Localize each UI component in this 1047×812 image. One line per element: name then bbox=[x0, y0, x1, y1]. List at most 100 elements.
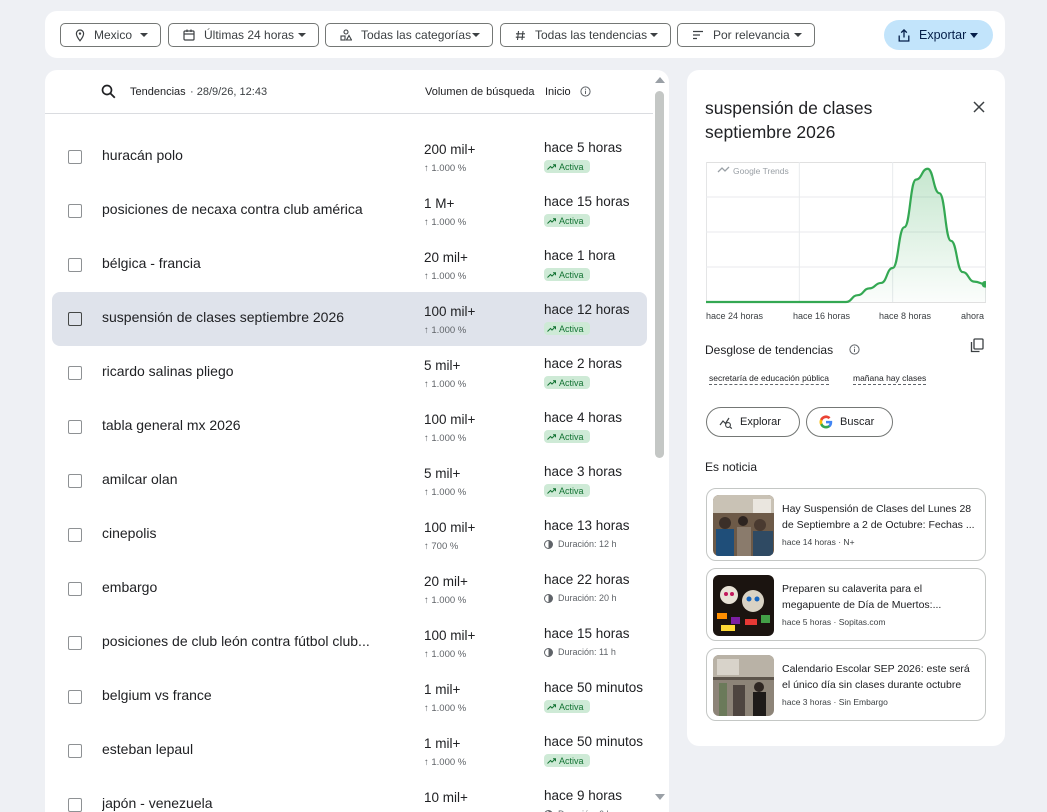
start-time: hace 22 horas bbox=[544, 572, 630, 587]
trend-row[interactable]: esteban lepaul 1 mil+ ↑ 1.000 % hace 50 min… bbox=[52, 724, 647, 778]
status-badge: Activa bbox=[544, 214, 590, 227]
status-label: Activa bbox=[559, 323, 584, 334]
row-checkbox[interactable] bbox=[68, 636, 82, 650]
row-checkbox[interactable] bbox=[68, 582, 82, 596]
chevron-down-icon bbox=[970, 33, 978, 38]
time-filter[interactable]: Últimas 24 horas bbox=[168, 23, 319, 47]
search-icon[interactable] bbox=[101, 84, 116, 99]
location-filter[interactable]: Mexico bbox=[60, 23, 161, 47]
close-icon[interactable] bbox=[973, 101, 985, 113]
trend-name: japón - venezuela bbox=[102, 795, 213, 811]
trend-name: bélgica - francia bbox=[102, 255, 201, 271]
trend-row[interactable]: posiciones de necaxa contra club américa… bbox=[52, 184, 647, 238]
time-filter-label: Últimas 24 horas bbox=[204, 28, 295, 42]
trend-name: posiciones de necaxa contra club américa bbox=[102, 201, 363, 217]
news-heading: Es noticia bbox=[705, 460, 758, 474]
related-query-tag[interactable]: secretaría de educación pública bbox=[709, 373, 830, 385]
trend-type-filter[interactable]: Todas las tendencias bbox=[500, 23, 671, 47]
start-time: hace 5 horas bbox=[544, 140, 623, 155]
trend-name: cinepolis bbox=[102, 525, 157, 541]
info-icon[interactable] bbox=[849, 344, 860, 355]
status-label: Activa bbox=[559, 701, 584, 712]
x-axis-label: hace 16 horas bbox=[793, 311, 851, 321]
trend-name: suspensión de clases septiembre 2026 bbox=[102, 309, 345, 325]
trending-up-icon bbox=[547, 217, 556, 224]
news-meta: hace 14 horas · N+ bbox=[782, 537, 855, 547]
trend-row[interactable]: suspensión de clases septiembre 2026 100 … bbox=[52, 292, 647, 346]
trends-list-panel: Tendencias · 28/9/26, 12:43 Volumen de b… bbox=[45, 70, 669, 812]
sort-filter-label: Por relevancia bbox=[713, 28, 790, 42]
row-checkbox[interactable] bbox=[68, 366, 82, 380]
x-axis-label: hace 24 horas bbox=[706, 311, 764, 321]
trending-up-icon bbox=[547, 271, 556, 278]
trend-name: esteban lepaul bbox=[102, 741, 194, 757]
row-checkbox[interactable] bbox=[68, 744, 82, 758]
scroll-down-arrow[interactable] bbox=[655, 794, 665, 800]
start-time: hace 4 horas bbox=[544, 410, 623, 425]
search-volume: 1 mil+ bbox=[424, 682, 461, 697]
category-filter[interactable]: Todas las categorías bbox=[325, 23, 493, 47]
volume-change: ↑ 1.000 % bbox=[424, 649, 467, 660]
duration-label: Duración: 11 h bbox=[544, 647, 616, 657]
row-checkbox[interactable] bbox=[68, 312, 82, 326]
search-google-button[interactable]: Buscar bbox=[806, 407, 893, 437]
trend-row[interactable]: posiciones de club león contra fútbol cl… bbox=[52, 616, 647, 670]
scrollbar-thumb[interactable] bbox=[655, 91, 664, 458]
related-query-tag[interactable]: mañana hay clases bbox=[853, 373, 927, 385]
row-checkbox[interactable] bbox=[68, 798, 82, 812]
trend-row[interactable]: japón - venezuela10 mil+↑ 1.000 %hace 9 … bbox=[52, 778, 647, 812]
trend-name: amilcar olan bbox=[102, 471, 178, 487]
row-checkbox[interactable] bbox=[68, 258, 82, 272]
duration-text: Duración: 12 h bbox=[558, 539, 617, 549]
volume-change: ↑ 1.000 % bbox=[424, 379, 467, 390]
trend-row[interactable]: bélgica - francia 20 mil+ ↑ 1.000 % hace 1 … bbox=[52, 238, 647, 292]
news-card[interactable]: Preparen su calaverita para el megapuent… bbox=[706, 568, 986, 641]
copy-icon[interactable] bbox=[970, 338, 984, 353]
trend-row[interactable]: belgium vs france 1 mil+ ↑ 1.000 % hace 50 … bbox=[52, 670, 647, 724]
trend-detail-panel: suspensión de clases septiembre 2026 Goo… bbox=[687, 70, 1005, 746]
export-button[interactable]: Exportar bbox=[884, 20, 993, 50]
row-checkbox[interactable] bbox=[68, 690, 82, 704]
trend-type-filter-label: Todas las tendencias bbox=[535, 28, 648, 42]
duration-icon bbox=[544, 593, 553, 603]
timestamp: · 28/9/26, 12:43 bbox=[190, 86, 268, 98]
scroll-up-arrow[interactable] bbox=[655, 77, 665, 83]
trend-row[interactable]: huracán polo 200 mil+ ↑ 1.000 % hace 5 hora… bbox=[52, 130, 647, 184]
row-checkbox[interactable] bbox=[68, 150, 82, 164]
trend-row[interactable]: ricardo salinas pliego 5 mil+ ↑ 1.000 % hac… bbox=[52, 346, 647, 400]
trend-row[interactable]: amilcar olan 5 mil+ ↑ 1.000 % hace 3 horas A… bbox=[52, 454, 647, 508]
explore-label: Explorar bbox=[740, 416, 781, 428]
search-volume: 1 M+ bbox=[424, 196, 455, 211]
explore-button[interactable]: Explorar bbox=[706, 407, 800, 437]
start-time: hace 13 horas bbox=[544, 518, 630, 533]
status-label: Activa bbox=[559, 161, 584, 172]
trend-row[interactable]: tabla general mx 2026 100 mil+ ↑ 1.000 % ha… bbox=[52, 400, 647, 454]
chevron-down-icon bbox=[650, 33, 658, 37]
trend-name: posiciones de club león contra fútbol cl… bbox=[102, 633, 370, 649]
trend-row[interactable]: cinepolis 100 mil+ ↑ 700 % hace 13 horas Dur… bbox=[52, 508, 647, 562]
news-card[interactable]: Hay Suspensión de Clases del Lunes 28 de… bbox=[706, 488, 986, 561]
status-label: Activa bbox=[559, 269, 584, 280]
trending-up-icon bbox=[547, 487, 556, 494]
sort-filter[interactable]: Por relevancia bbox=[677, 23, 815, 47]
chevron-down-icon bbox=[794, 33, 802, 37]
row-checkbox[interactable] bbox=[68, 528, 82, 542]
search-volume: 10 mil+ bbox=[424, 790, 468, 805]
volume-change: ↑ 1.000 % bbox=[424, 163, 467, 174]
row-checkbox[interactable] bbox=[68, 420, 82, 434]
trend-name: embargo bbox=[102, 579, 158, 595]
status-label: Activa bbox=[559, 755, 584, 766]
chevron-down-icon bbox=[140, 33, 148, 37]
status-badge: Activa bbox=[544, 268, 590, 281]
x-axis-label: hace 8 horas bbox=[879, 311, 932, 321]
row-checkbox[interactable] bbox=[68, 474, 82, 488]
news-card[interactable]: Calendario Escolar SEP 2026: este será e… bbox=[706, 648, 986, 721]
trending-up-icon bbox=[547, 379, 556, 386]
volume-column-header[interactable]: Volumen de búsqueda bbox=[425, 86, 534, 98]
start-time: hace 15 horas bbox=[544, 626, 630, 641]
trend-row[interactable]: embargo 20 mil+ ↑ 1.000 % hace 22 horas Dura… bbox=[52, 562, 647, 616]
search-volume: 100 mil+ bbox=[424, 520, 476, 535]
start-column-header[interactable]: Inicio bbox=[545, 86, 571, 98]
row-checkbox[interactable] bbox=[68, 204, 82, 218]
info-icon[interactable] bbox=[580, 86, 591, 97]
